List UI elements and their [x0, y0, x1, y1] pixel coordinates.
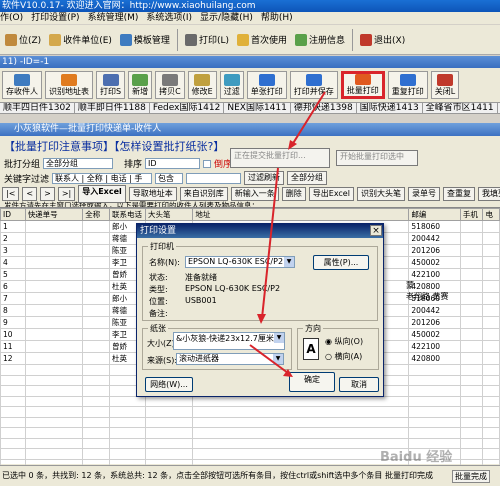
arrow-head-2 — [257, 314, 266, 324]
arrow-head-1 — [288, 140, 297, 150]
annotation-arrows — [249, 91, 326, 377]
arrow-submit-to-paper — [261, 167, 279, 319]
arrow-paper-to-ok — [249, 344, 289, 374]
arrow-batch-to-submit — [291, 91, 326, 146]
